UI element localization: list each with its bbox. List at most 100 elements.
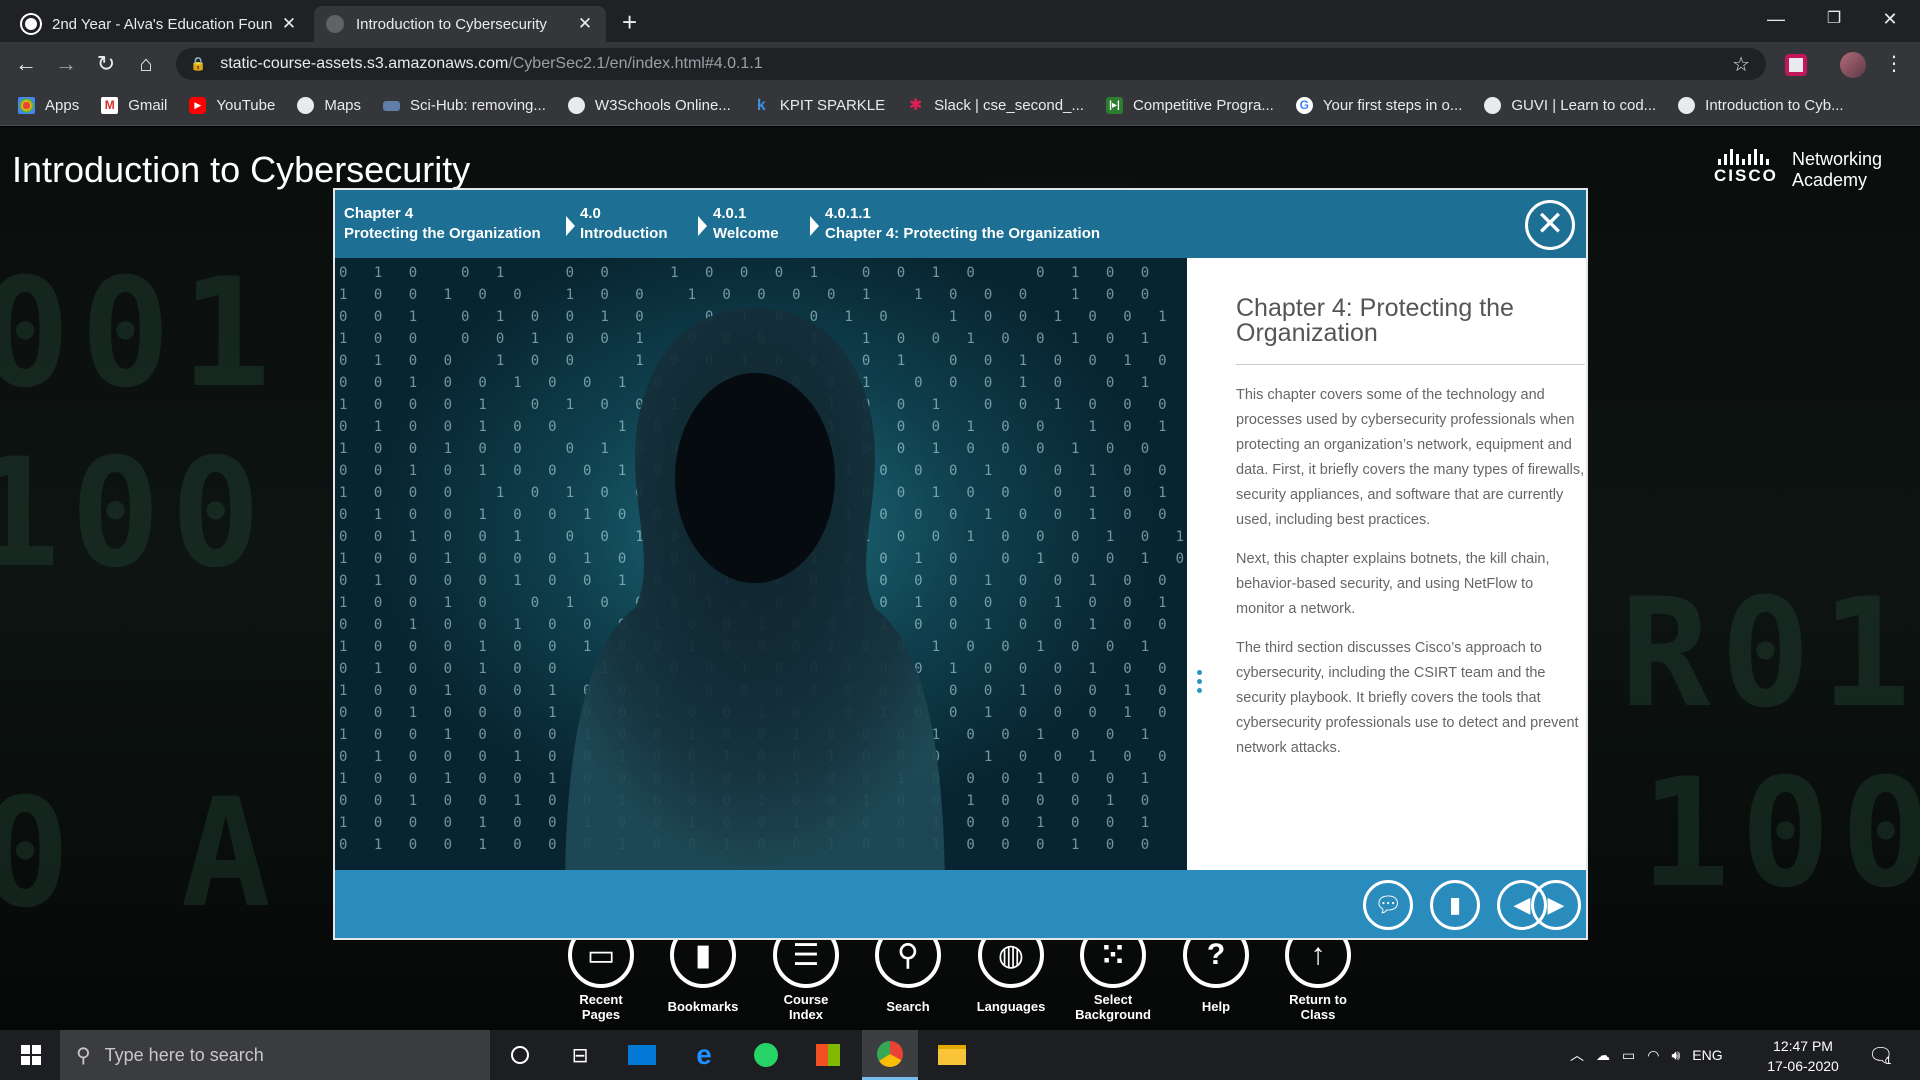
whatsapp-icon bbox=[754, 1043, 778, 1067]
bookmark-kpit[interactable]: k KPIT SPARKLE bbox=[753, 97, 885, 114]
breadcrumb-chapter[interactable]: Chapter 4 Protecting the Organization bbox=[344, 204, 541, 244]
cisco-bars-icon bbox=[1718, 149, 1778, 165]
close-icon: ✕ bbox=[1535, 205, 1565, 243]
paragraph: Next, this chapter explains botnets, the… bbox=[1236, 551, 1550, 617]
bookmark-slack[interactable]: ✱ Slack | cse_second_... bbox=[907, 97, 1084, 114]
task-view-button[interactable]: ⊟ bbox=[552, 1030, 608, 1080]
store-app-button[interactable] bbox=[800, 1030, 856, 1080]
lock-icon: 🔒 bbox=[190, 56, 207, 71]
notification-count: 1 bbox=[1885, 1055, 1892, 1067]
kebab-menu-icon[interactable]: ⋮ bbox=[1878, 48, 1910, 80]
restore-window-button[interactable]: ❐ bbox=[1806, 0, 1862, 40]
tab-alvas-education[interactable]: 2nd Year - Alva's Education Foun ✕ bbox=[10, 6, 310, 42]
windows-logo-icon bbox=[21, 1045, 41, 1065]
bookmark-w3schools[interactable]: W3Schools Online... bbox=[567, 97, 731, 114]
whatsapp-app-button[interactable] bbox=[738, 1030, 794, 1080]
language-indicator[interactable]: ENG bbox=[1692, 1047, 1722, 1063]
background-digits-decoration: 100 bbox=[0, 427, 271, 601]
url-input[interactable]: 🔒 static-course-assets.s3.amazonaws.com /… bbox=[176, 48, 1766, 80]
close-tab-icon[interactable]: ✕ bbox=[280, 14, 298, 34]
file-explorer-button[interactable] bbox=[924, 1030, 980, 1080]
breadcrumb-page[interactable]: 4.0.1.1 Chapter 4: Protecting the Organi… bbox=[825, 204, 1100, 244]
url-path: /CyberSec2.1/en/index.html#4.0.1.1 bbox=[508, 55, 763, 72]
hooded-figure-silhouette bbox=[565, 308, 945, 870]
bookmark-page-button[interactable]: ▮ bbox=[1430, 880, 1480, 930]
globe-icon bbox=[326, 15, 344, 33]
url-host: static-course-assets.s3.amazonaws.com bbox=[220, 55, 509, 72]
youtube-icon: ▶ bbox=[189, 97, 207, 114]
hooded-hacker-image: 0 1 0 0 1 0 0 1 0 0 0 1 0 0 1 0 0 1 0 0 … bbox=[335, 258, 1187, 870]
reload-button[interactable]: ↻ bbox=[90, 48, 122, 80]
bookmark-guvi[interactable]: GUVI | Learn to cod... bbox=[1484, 97, 1656, 114]
github-icon bbox=[22, 15, 40, 33]
bookmark-youtube[interactable]: ▶ YouTube bbox=[189, 97, 275, 114]
cisco-networking-academy-logo: CISCO Networking Academy bbox=[1714, 149, 1883, 190]
chrome-app-button[interactable] bbox=[862, 1030, 918, 1080]
breadcrumb-section[interactable]: 4.0 Introduction bbox=[580, 204, 667, 244]
cortana-circle-icon bbox=[511, 1046, 529, 1064]
task-view-icon: ⊟ bbox=[571, 1044, 589, 1067]
globe-icon bbox=[1678, 97, 1696, 114]
bookmark-star-icon[interactable]: ☆ bbox=[1732, 52, 1750, 77]
next-page-button[interactable]: ▶ bbox=[1531, 880, 1581, 930]
comment-button[interactable]: 💬︎ bbox=[1363, 880, 1413, 930]
address-toolbar: ← → ↻ ⌂ 🔒 static-course-assets.s3.amazon… bbox=[0, 42, 1920, 86]
bookmark-intro-cyb[interactable]: Introduction to Cyb... bbox=[1678, 97, 1844, 114]
cortana-button[interactable] bbox=[492, 1030, 548, 1080]
chevron-left-icon: ◀ bbox=[1513, 892, 1531, 917]
minimize-window-button[interactable]: — bbox=[1748, 0, 1804, 40]
close-tab-icon[interactable]: ✕ bbox=[576, 14, 594, 34]
splitter-handle[interactable] bbox=[1197, 670, 1203, 710]
close-window-button[interactable]: ✕ bbox=[1862, 0, 1918, 40]
profile-avatar[interactable] bbox=[1840, 52, 1866, 78]
speech-bubble-icon: 💬︎ bbox=[1374, 892, 1402, 917]
notifications-button[interactable]: 🗨︎ 1 bbox=[1868, 1030, 1893, 1080]
new-tab-button[interactable]: + bbox=[622, 6, 637, 38]
edge-icon: e bbox=[696, 1039, 712, 1070]
apps-grid-icon bbox=[18, 97, 35, 114]
battery-icon[interactable]: ▭ bbox=[1622, 1047, 1635, 1064]
background-digits-decoration: 100 bbox=[1640, 747, 1920, 921]
search-icon: ⚲ bbox=[76, 1044, 91, 1067]
breadcrumb-arrow-icon bbox=[810, 216, 819, 236]
edge-app-button[interactable]: e bbox=[676, 1030, 732, 1080]
network-icon[interactable]: ◠ bbox=[1647, 1047, 1659, 1064]
bookmark-maps[interactable]: Maps bbox=[297, 97, 361, 114]
course-title: Introduction to Cybersecurity bbox=[12, 149, 471, 190]
back-button[interactable]: ← bbox=[10, 48, 42, 80]
chapter-heading: Chapter 4: Protecting the Organization bbox=[1236, 296, 1585, 365]
tab-title: 2nd Year - Alva's Education Foun bbox=[52, 15, 273, 33]
content-modal: Chapter 4 Protecting the Organization 4.… bbox=[333, 188, 1588, 940]
kpit-icon: k bbox=[756, 97, 766, 114]
folder-icon bbox=[938, 1045, 966, 1065]
maps-icon bbox=[297, 97, 315, 114]
bookmark-competitive[interactable]: |▸| Competitive Progra... bbox=[1105, 97, 1274, 114]
pocket-extension-icon[interactable] bbox=[1785, 54, 1807, 76]
tab-introduction-to-cybersecurity[interactable]: Introduction to Cybersecurity ✕ bbox=[314, 6, 606, 42]
gmail-icon: M bbox=[101, 97, 119, 114]
chrome-icon bbox=[877, 1040, 903, 1067]
bookmark-gmail[interactable]: M Gmail bbox=[101, 97, 167, 114]
forward-button[interactable]: → bbox=[50, 48, 82, 80]
home-button[interactable]: ⌂ bbox=[130, 48, 162, 80]
system-tray: ︿ ☁ ▭ ◠ 🔊︎ ENG bbox=[1570, 1030, 1723, 1080]
windows-taskbar: ⚲ Type here to search ⊟ e ︿ ☁ ▭ ◠ 🔊︎ ENG… bbox=[0, 1030, 1920, 1080]
start-button[interactable] bbox=[8, 1030, 54, 1080]
volume-icon[interactable]: 🔊︎ bbox=[1671, 1047, 1680, 1064]
onedrive-cloud-icon[interactable]: ☁ bbox=[1596, 1047, 1610, 1064]
chevron-up-icon[interactable]: ︿ bbox=[1570, 1045, 1584, 1065]
background-digits-decoration: 001 bbox=[0, 247, 281, 421]
bookmark-first-steps[interactable]: G Your first steps in o... bbox=[1295, 97, 1462, 114]
store-bag-icon bbox=[816, 1044, 840, 1066]
taskbar-clock[interactable]: 12:47 PM 17-06-2020 bbox=[1760, 1036, 1846, 1076]
mail-app-button[interactable] bbox=[614, 1030, 670, 1080]
globe-icon bbox=[567, 97, 585, 114]
close-modal-button[interactable]: ✕ bbox=[1525, 200, 1575, 250]
bookmark-apps[interactable]: Apps bbox=[18, 97, 79, 114]
taskbar-search-input[interactable]: ⚲ Type here to search bbox=[60, 1030, 490, 1080]
bookmark-icon: ▮ bbox=[1448, 892, 1462, 917]
breadcrumb-topic[interactable]: 4.0.1 Welcome bbox=[713, 204, 779, 244]
slack-icon: ✱ bbox=[908, 97, 923, 114]
bookmark-scihub[interactable]: Sci-Hub: removing... bbox=[383, 97, 546, 114]
mail-icon bbox=[628, 1045, 656, 1065]
